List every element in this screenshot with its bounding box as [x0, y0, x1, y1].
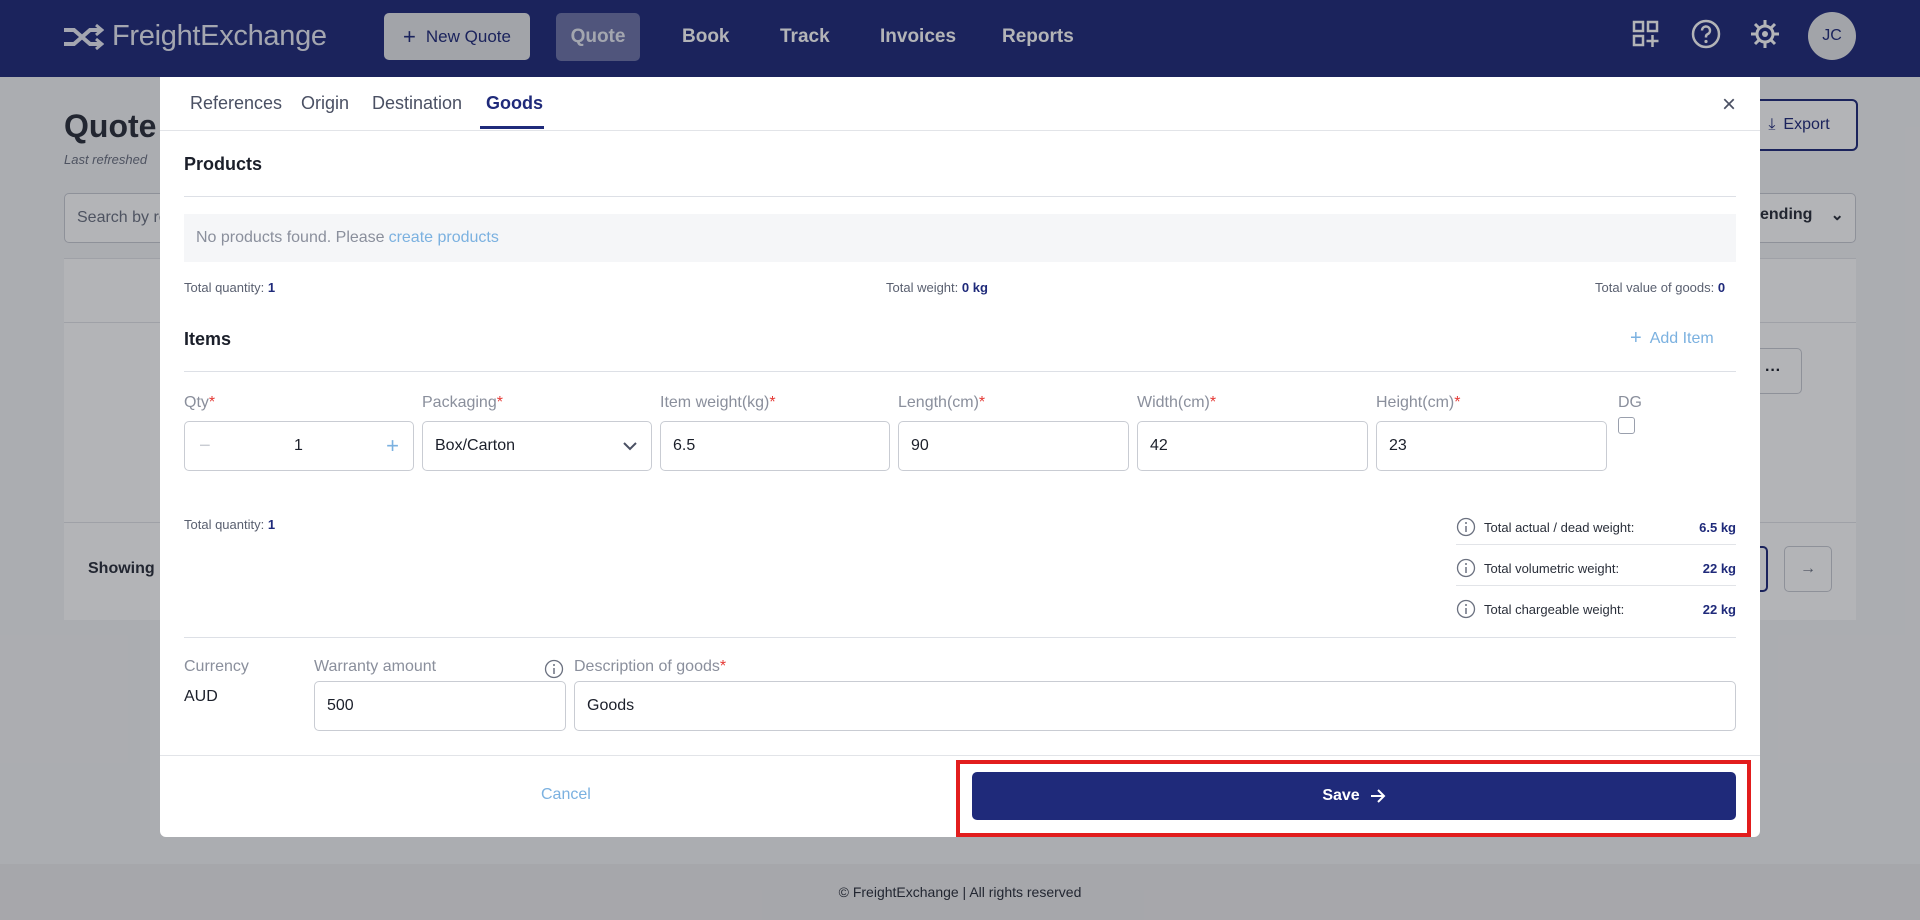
cancel-button[interactable]: Cancel [541, 786, 591, 804]
products-total-quantity: Total quantity: 1 [184, 280, 275, 295]
width-label: Width(cm)* [1137, 394, 1217, 411]
total-quantity-value: 1 [267, 517, 276, 532]
item-weight-input[interactable]: 6.5 [660, 421, 890, 471]
chevron-down-icon [623, 442, 637, 451]
qty-label-text: Qty [184, 394, 209, 411]
height-label: Height(cm)* [1376, 394, 1461, 411]
products-total-weight: Total weight: 0 kg [886, 280, 988, 295]
info-icon[interactable] [1456, 599, 1476, 619]
item-weight-label: Item weight(kg)* [660, 394, 776, 411]
packaging-value: Box/Carton [435, 437, 516, 454]
width-label-text: Width(cm) [1137, 394, 1210, 411]
modal-tabs: References Origin Destination Goods × [160, 77, 1760, 131]
no-products-text: No products found. Please [196, 229, 385, 246]
save-label: Save [1322, 787, 1360, 804]
quantity-stepper: − 1 + [184, 421, 414, 471]
dg-checkbox[interactable] [1618, 417, 1635, 434]
divider [184, 371, 1736, 372]
actual-weight-row: Total actual / dead weight: 6.5 kg [1456, 511, 1736, 543]
add-item-label: Add Item [1649, 329, 1714, 347]
minus-icon[interactable]: − [199, 435, 211, 458]
volumetric-weight-label: Total volumetric weight: [1484, 560, 1620, 576]
create-products-link[interactable]: create products [389, 229, 499, 247]
divider [1456, 585, 1736, 586]
currency-value: AUD [184, 688, 218, 705]
plus-icon[interactable]: + [386, 433, 399, 459]
close-icon[interactable]: × [1722, 91, 1736, 119]
description-label-text: Description of goods [574, 658, 720, 675]
save-button[interactable]: Save [972, 772, 1736, 820]
total-quantity-label: Total quantity: [184, 280, 265, 295]
items-title: Items [184, 329, 232, 349]
total-value-value: 0 [1717, 280, 1726, 295]
height-input[interactable]: 23 [1376, 421, 1607, 471]
tab-origin[interactable]: Origin [301, 93, 349, 114]
products-total-value: Total value of goods: 0 [1595, 280, 1725, 295]
divider [184, 637, 1736, 638]
warranty-input[interactable]: 500 [314, 681, 566, 731]
arrow-right-icon [1370, 789, 1386, 803]
qty-label: Qty* [184, 394, 216, 411]
width-input[interactable]: 42 [1137, 421, 1368, 471]
length-input[interactable]: 90 [898, 421, 1129, 471]
packaging-select[interactable]: Box/Carton [422, 421, 652, 471]
divider [1456, 544, 1736, 545]
warranty-label: Warranty amount [314, 658, 437, 675]
tab-goods[interactable]: Goods [486, 93, 543, 114]
packaging-label: Packaging* [422, 394, 503, 411]
divider [184, 196, 1736, 197]
items-total-quantity: Total quantity: 1 [184, 517, 275, 532]
total-value-label: Total value of goods: [1595, 280, 1715, 295]
total-quantity-value: 1 [267, 280, 276, 295]
info-icon[interactable] [1456, 517, 1476, 537]
quantity-value[interactable]: 1 [294, 437, 303, 455]
info-icon[interactable] [1456, 558, 1476, 578]
actual-weight-label: Total actual / dead weight: [1484, 519, 1635, 535]
dg-label: DG [1618, 394, 1642, 411]
chargeable-weight-value: 22 kg [1702, 601, 1736, 617]
packaging-label-text: Packaging [422, 394, 497, 411]
goods-modal: References Origin Destination Goods × Pr… [160, 77, 1760, 837]
length-label-text: Length(cm) [898, 394, 979, 411]
description-input[interactable]: Goods [574, 681, 1736, 731]
actual-weight-value: 6.5 kg [1699, 519, 1736, 535]
description-label: Description of goods* [574, 658, 727, 675]
currency-label: Currency [184, 658, 249, 675]
chargeable-weight-label: Total chargeable weight: [1484, 601, 1625, 617]
info-icon[interactable] [544, 659, 564, 679]
total-weight-label: Total weight: [886, 280, 959, 295]
volumetric-weight-row: Total volumetric weight: 22 kg [1456, 552, 1736, 584]
chargeable-weight-row: Total chargeable weight: 22 kg [1456, 593, 1736, 625]
height-label-text: Height(cm) [1376, 394, 1455, 411]
volumetric-weight-value: 22 kg [1702, 560, 1736, 576]
tab-references[interactable]: References [190, 93, 282, 114]
products-title: Products [184, 154, 263, 174]
divider [160, 755, 1760, 756]
no-products-notice: No products found. Please create product… [184, 214, 1736, 262]
tab-destination[interactable]: Destination [372, 93, 462, 114]
add-item-button[interactable]: + Add Item [1630, 327, 1714, 350]
item-weight-label-text: Item weight(kg) [660, 394, 770, 411]
plus-icon: + [1630, 327, 1642, 349]
active-tab-indicator [480, 126, 544, 129]
total-quantity-label: Total quantity: [184, 517, 265, 532]
total-weight-value: 0 kg [961, 280, 988, 295]
length-label: Length(cm)* [898, 394, 986, 411]
